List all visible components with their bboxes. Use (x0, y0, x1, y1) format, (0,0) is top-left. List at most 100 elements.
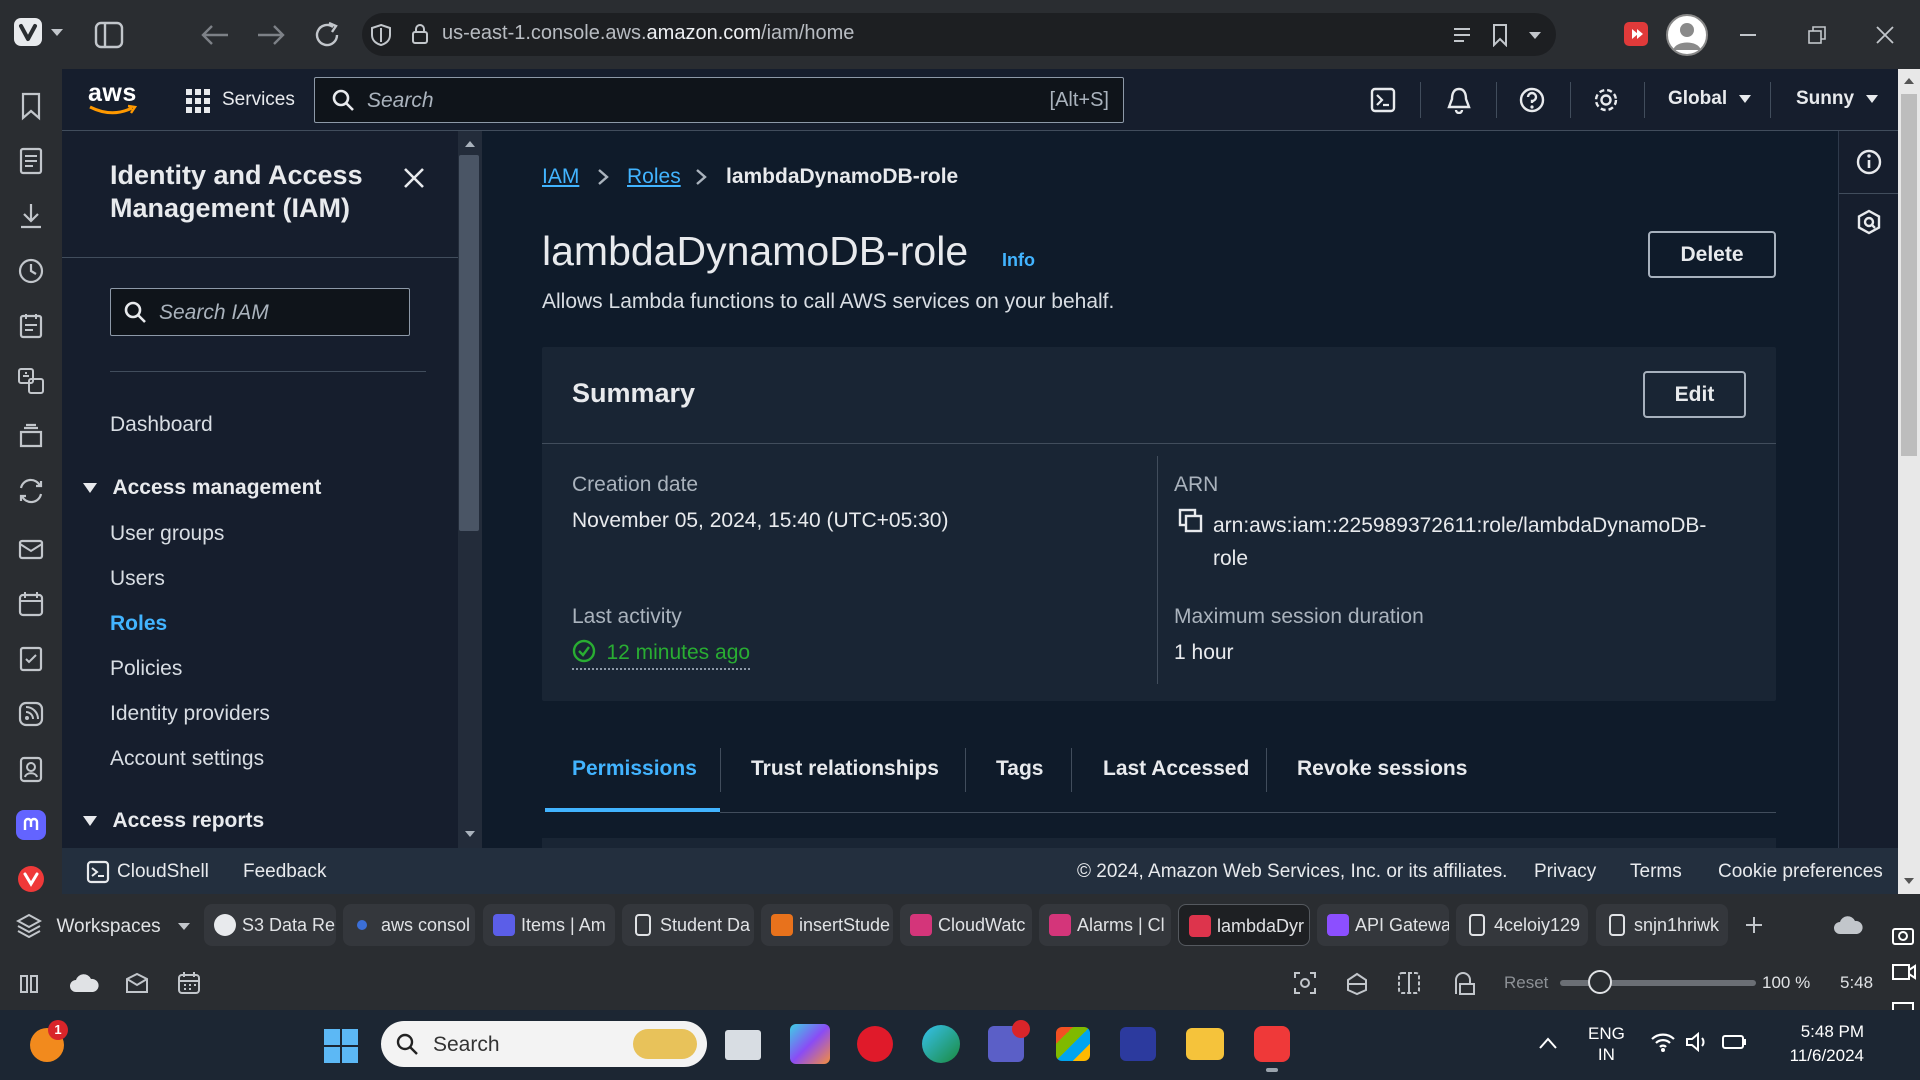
window-panel-icon[interactable] (16, 421, 46, 451)
sidebar-item-users[interactable]: Users (110, 567, 165, 591)
close-window-icon[interactable] (1876, 26, 1894, 44)
browser-tab[interactable]: Student Da (622, 904, 754, 946)
language-indicator[interactable]: ENG IN (1588, 1023, 1625, 1065)
new-tab-icon[interactable] (1744, 915, 1764, 935)
store-icon[interactable] (1056, 1027, 1090, 1061)
bookmarks-panel-icon[interactable] (16, 91, 46, 121)
sidebar-scrollbar[interactable] (458, 131, 482, 848)
close-sidebar-icon[interactable] (402, 166, 426, 190)
feeds-icon[interactable] (16, 699, 46, 729)
section-access-reports[interactable]: Access reports (82, 809, 264, 833)
taskbar-search-input[interactable]: Search (381, 1021, 707, 1067)
reading-list-icon[interactable] (16, 146, 46, 176)
bookmark-icon[interactable] (1491, 23, 1509, 47)
opera-icon[interactable] (857, 1026, 893, 1062)
footer-privacy[interactable]: Privacy (1534, 861, 1596, 883)
browser-tab[interactable]: aws consol (343, 904, 475, 946)
scroll-up-icon[interactable] (1903, 77, 1915, 85)
sidebar-item-account-settings[interactable]: Account settings (110, 747, 264, 771)
vivaldi-icon[interactable] (18, 866, 44, 892)
tab-tags[interactable]: Tags (996, 757, 1043, 781)
scroll-down-icon[interactable] (464, 830, 476, 838)
windows-start-icon[interactable] (323, 1028, 359, 1064)
tab-permissions[interactable]: Permissions (572, 757, 697, 781)
help-icon[interactable] (1518, 86, 1546, 114)
vivaldi-menu-button[interactable] (14, 18, 42, 46)
wifi-icon[interactable] (1650, 1031, 1676, 1053)
tasks-icon[interactable] (16, 644, 46, 674)
zoom-slider-knob[interactable] (1588, 970, 1612, 994)
sidebar-item-user-groups[interactable]: User groups (110, 522, 224, 546)
chevron-down-icon[interactable] (50, 28, 64, 38)
show-hidden-icons[interactable] (1538, 1036, 1558, 1050)
back-icon[interactable] (200, 22, 230, 48)
sidebar-item-policies[interactable]: Policies (110, 657, 182, 681)
browser-tab-active[interactable]: lambdaDyr (1178, 904, 1310, 946)
copy-arn-icon[interactable] (1178, 508, 1204, 534)
breadcrumb-iam[interactable]: IAM (542, 165, 579, 189)
translate-icon[interactable] (16, 366, 46, 396)
notifications-bell-icon[interactable] (1446, 86, 1472, 114)
browser-tab[interactable]: Alarms | Cl (1039, 904, 1171, 946)
panel-toggle-icon[interactable] (94, 21, 124, 49)
aws-search-input[interactable]: Search [Alt+S] (314, 77, 1124, 123)
panel-toggle-icon[interactable] (18, 973, 42, 995)
browser-tab[interactable]: snjn1hriwk (1596, 904, 1728, 946)
mail-icon[interactable] (124, 971, 150, 995)
calendar-icon[interactable] (176, 970, 202, 996)
sidebar-scroll-thumb[interactable] (459, 155, 479, 531)
volume-icon[interactable] (1685, 1032, 1709, 1052)
task-view-icon[interactable] (725, 1030, 761, 1060)
history-icon[interactable] (16, 256, 46, 286)
delete-button[interactable]: Delete (1648, 231, 1776, 278)
cloud-icon[interactable] (68, 972, 100, 994)
contacts-icon[interactable] (16, 754, 46, 784)
tab-trust-relationships[interactable]: Trust relationships (751, 757, 939, 781)
sidebar-item-identity-providers[interactable]: Identity providers (110, 702, 270, 726)
reload-icon[interactable] (312, 20, 342, 50)
scroll-down-icon[interactable] (1903, 877, 1915, 885)
workspaces-button[interactable]: Workspaces (16, 912, 191, 938)
system-clock[interactable]: 5:48 PM 11/6/2024 (1770, 1020, 1864, 1068)
vscode-icon[interactable] (1120, 1027, 1156, 1061)
tab-last-accessed[interactable]: Last Accessed (1103, 757, 1249, 781)
chevron-down-icon[interactable] (1528, 31, 1542, 41)
cloud-sync-icon[interactable] (1832, 914, 1864, 936)
battery-icon[interactable] (1722, 1034, 1748, 1050)
minimize-icon[interactable] (1740, 34, 1756, 36)
page-scroll-thumb[interactable] (1901, 94, 1917, 456)
footer-feedback[interactable]: Feedback (243, 861, 326, 883)
extension-icon[interactable] (1624, 22, 1648, 46)
file-explorer-icon[interactable] (1186, 1028, 1224, 1060)
browser-tab[interactable]: CloudWatc (900, 904, 1032, 946)
section-access-management[interactable]: Access management (82, 476, 321, 500)
scroll-up-icon[interactable] (464, 140, 476, 148)
copilot-icon[interactable] (790, 1024, 830, 1064)
browser-tab[interactable]: 4celoiy129 (1456, 904, 1588, 946)
amazon-q-icon[interactable] (1856, 209, 1882, 235)
zoom-reset[interactable]: Reset (1504, 973, 1548, 993)
tile-icon[interactable] (1396, 970, 1422, 996)
browser-tab[interactable]: S3 Data Re (204, 904, 336, 946)
edge-icon[interactable] (922, 1025, 960, 1063)
sync-icon[interactable] (16, 476, 46, 506)
camera-icon[interactable] (1891, 924, 1915, 946)
downloads-icon[interactable] (16, 201, 46, 231)
mastodon-icon[interactable] (16, 810, 46, 840)
footer-cloudshell[interactable]: CloudShell (117, 861, 209, 883)
browser-tab[interactable]: API Gatewa (1317, 904, 1449, 946)
page-scrollbar[interactable] (1898, 69, 1920, 894)
capture-icon[interactable] (1292, 970, 1318, 996)
info-panel-icon[interactable] (1856, 149, 1882, 175)
calendar-icon[interactable] (16, 589, 46, 619)
account-menu[interactable]: Sunny (1796, 88, 1879, 110)
restore-icon[interactable] (1808, 26, 1826, 44)
breadcrumb-roles[interactable]: Roles (627, 165, 681, 189)
forward-icon[interactable] (256, 22, 286, 48)
info-link[interactable]: Info (1002, 250, 1035, 271)
browser-tab[interactable]: Items | Am (483, 904, 615, 946)
sidebar-item-roles[interactable]: Roles (110, 612, 167, 636)
profile-avatar[interactable] (1666, 14, 1708, 56)
region-selector[interactable]: Global (1668, 88, 1752, 110)
video-icon[interactable] (1891, 962, 1917, 982)
